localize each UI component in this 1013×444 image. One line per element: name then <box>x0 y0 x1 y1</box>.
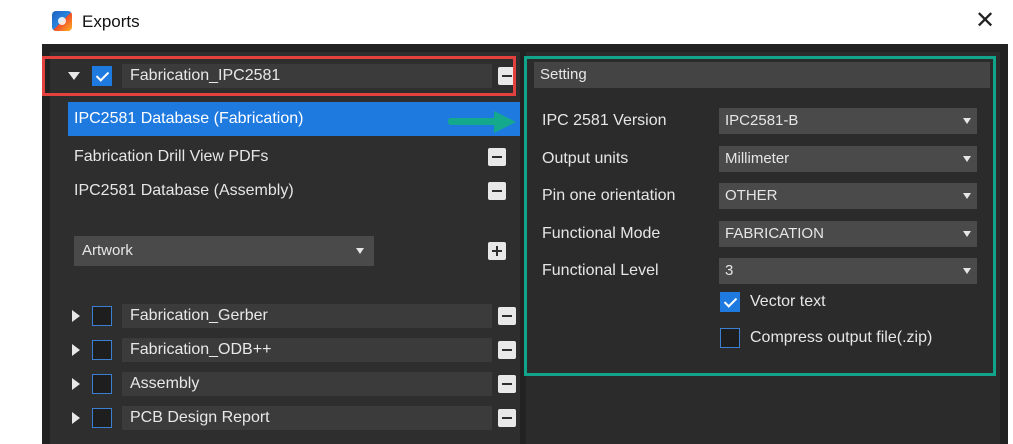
group-name: Fabrication_ODB++ <box>122 338 492 362</box>
list-item-drill-view-pdfs[interactable]: Fabrication Drill View PDFs <box>68 140 520 174</box>
remove-group-button[interactable] <box>498 341 516 359</box>
group-checkbox[interactable] <box>92 374 112 394</box>
expand-right-icon[interactable] <box>72 344 80 356</box>
group-name: PCB Design Report <box>122 406 492 430</box>
group-checkbox[interactable] <box>92 408 112 428</box>
export-tree-panel: Fabrication_IPC2581 IPC2581 Database (Fa… <box>50 52 520 444</box>
arrow-right-icon <box>448 118 498 125</box>
list-item-ipc2581-assembly[interactable]: IPC2581 Database (Assembly) <box>68 174 520 208</box>
group-row-assembly[interactable]: Assembly <box>60 370 518 398</box>
group-row-fabrication-gerber[interactable]: Fabrication_Gerber <box>60 302 518 330</box>
item-label: Fabrication Drill View PDFs <box>74 148 269 165</box>
highlight-box-teal <box>524 56 996 376</box>
item-label: IPC2581 Database (Fabrication) <box>74 110 304 127</box>
group-row-pcb-design-report[interactable]: PCB Design Report <box>60 404 518 432</box>
remove-item-button[interactable] <box>488 182 506 200</box>
arrow-head-icon <box>494 111 516 133</box>
expand-right-icon[interactable] <box>72 378 80 390</box>
app-icon <box>52 11 72 31</box>
group-row-fabrication-odb[interactable]: Fabrication_ODB++ <box>60 336 518 364</box>
close-icon[interactable]: ✕ <box>972 8 998 34</box>
remove-group-button[interactable] <box>498 307 516 325</box>
group-name: Assembly <box>122 372 492 396</box>
expand-right-icon[interactable] <box>72 310 80 322</box>
artwork-select-value: Artwork <box>82 242 133 259</box>
remove-group-button[interactable] <box>498 409 516 427</box>
artwork-select[interactable]: Artwork <box>74 236 374 266</box>
title-bar: Exports ✕ <box>0 0 1013 44</box>
window-title: Exports <box>82 12 140 31</box>
group-name: Fabrication_Gerber <box>122 304 492 328</box>
add-item-button[interactable] <box>488 242 506 260</box>
item-label: IPC2581 Database (Assembly) <box>74 182 294 199</box>
remove-item-button[interactable] <box>488 148 506 166</box>
highlight-box-red <box>42 56 516 96</box>
group-checkbox[interactable] <box>92 340 112 360</box>
group-checkbox[interactable] <box>92 306 112 326</box>
chevron-down-icon <box>356 248 364 254</box>
remove-group-button[interactable] <box>498 375 516 393</box>
expand-right-icon[interactable] <box>72 412 80 424</box>
